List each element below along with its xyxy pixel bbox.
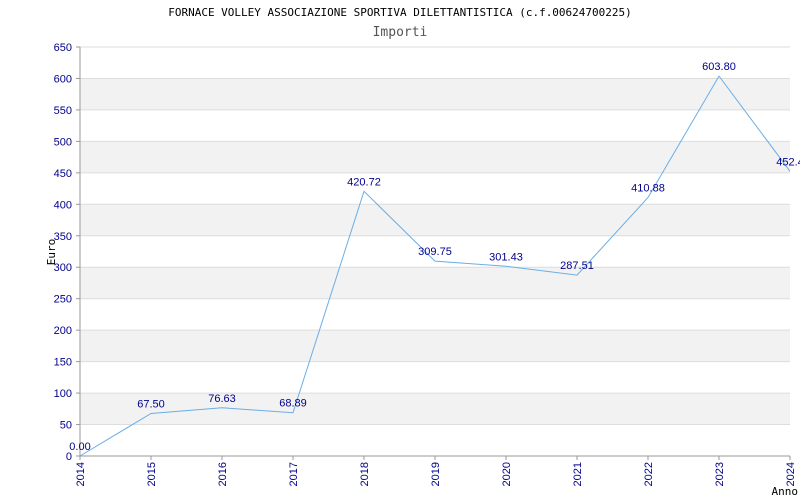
data-label: 68.89 <box>279 398 307 410</box>
y-tick-label: 50 <box>60 420 72 432</box>
grid-band <box>80 393 790 425</box>
data-label: 76.63 <box>208 393 236 405</box>
x-tick-label: 2014 <box>75 462 87 486</box>
data-label: 603.80 <box>702 61 736 73</box>
data-label: 309.75 <box>418 246 452 258</box>
y-tick-label: 100 <box>54 388 72 400</box>
grid-band <box>80 78 790 110</box>
y-tick-label: 400 <box>54 199 72 211</box>
y-tick-label: 200 <box>54 325 72 337</box>
data-label: 287.51 <box>560 260 594 272</box>
grid-band <box>80 330 790 362</box>
x-tick-label: 2019 <box>430 462 442 486</box>
y-tick-label: 550 <box>54 105 72 117</box>
y-tick-label: 650 <box>54 42 72 54</box>
y-tick-label: 500 <box>54 136 72 148</box>
data-label: 0.00 <box>69 441 90 453</box>
data-label: 452.4 <box>776 156 800 168</box>
x-tick-label: 2021 <box>572 462 584 486</box>
data-label: 301.43 <box>489 251 523 263</box>
x-tick-label: 2016 <box>217 462 229 486</box>
x-tick-labels: 2014 2015 2016 2017 2018 2019 2020 2021 2022 2023… <box>75 462 797 486</box>
x-axis-label: Anno <box>772 485 799 498</box>
y-tick-label: 600 <box>54 73 72 85</box>
line-chart: 050100150200250300350400450500550600650 … <box>45 42 800 498</box>
x-tick-label: 2020 <box>501 462 513 486</box>
y-tick-label: 250 <box>54 294 72 306</box>
x-tick-label: 2015 <box>146 462 158 486</box>
grid-band <box>80 141 790 173</box>
grid-band <box>80 267 790 299</box>
x-tick-label: 2023 <box>714 462 726 486</box>
data-label: 420.72 <box>347 176 381 188</box>
y-axis-label: Euro <box>45 239 58 266</box>
y-tick-label: 450 <box>54 168 72 180</box>
x-tick-label: 2017 <box>288 462 300 486</box>
data-label: 410.88 <box>631 182 665 194</box>
y-tick-label: 150 <box>54 357 72 369</box>
grid-band <box>80 204 790 236</box>
x-tick-label: 2022 <box>643 462 655 486</box>
x-tick-label: 2024 <box>785 462 797 486</box>
data-label: 67.50 <box>137 399 165 411</box>
x-tick-label: 2018 <box>359 462 371 486</box>
